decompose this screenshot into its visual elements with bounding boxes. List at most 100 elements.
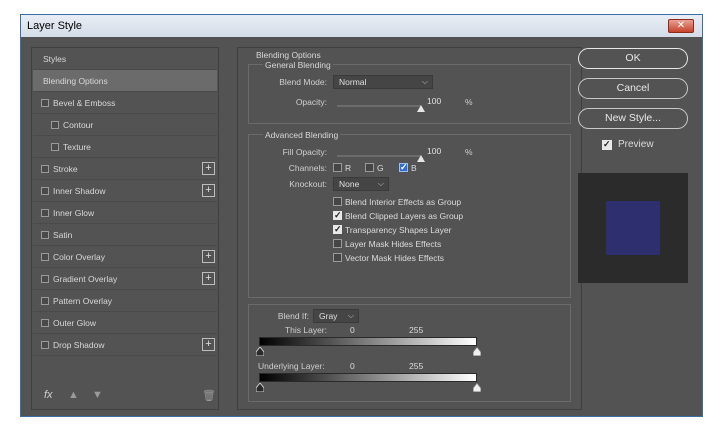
style-item-checkbox[interactable] (41, 319, 49, 327)
opacity-slider-thumb[interactable] (417, 105, 425, 112)
style-item[interactable]: Stroke + (33, 158, 217, 180)
this-layer-white-thumb[interactable] (473, 347, 481, 356)
fill-opacity-slider-thumb[interactable] (417, 155, 425, 162)
title-bar: Layer Style ✕ (21, 15, 702, 37)
style-item-label: Satin (53, 230, 73, 240)
move-up-icon[interactable]: ▲ (68, 389, 79, 401)
blending-options-panel: Blending Options General Blending Blend … (237, 47, 582, 410)
underlying-white-thumb[interactable] (473, 383, 481, 392)
advanced-option-label: Layer Mask Hides Effects (345, 239, 442, 249)
style-item-checkbox[interactable] (41, 99, 49, 107)
style-item-label: Drop Shadow (53, 340, 105, 350)
opacity-unit: % (465, 97, 473, 107)
style-item-label: Pattern Overlay (53, 296, 113, 306)
advanced-option-checkbox[interactable] (333, 224, 342, 235)
move-down-icon[interactable]: ▼ (92, 389, 103, 401)
channel-r-checkbox[interactable] (333, 163, 342, 172)
fill-opacity-input[interactable]: 100 (427, 145, 463, 158)
fill-opacity-unit: % (465, 147, 473, 157)
style-item[interactable]: Pattern Overlay (33, 290, 217, 312)
style-item-label: Blending Options (43, 76, 108, 86)
channel-b-checkbox[interactable] (399, 162, 408, 173)
fill-opacity-slider[interactable] (337, 155, 421, 157)
ok-button[interactable]: OK (578, 48, 688, 69)
chevron-down-icon: ⌵ (377, 179, 384, 188)
fx-icon[interactable]: fx (44, 389, 53, 401)
style-item-label: Gradient Overlay (53, 274, 118, 284)
style-item-checkbox[interactable] (41, 165, 49, 173)
style-item-checkbox[interactable] (41, 341, 49, 349)
channel-g-label: G (377, 163, 384, 173)
blend-mode-select[interactable]: Normal ⌵ (333, 75, 433, 89)
advanced-option-label: Blend Interior Effects as Group (345, 197, 462, 207)
blend-if-label: Blend If: (277, 311, 309, 321)
style-item[interactable]: Color Overlay + (33, 246, 217, 268)
style-item-checkbox[interactable] (51, 143, 59, 151)
advanced-blending-group: Advanced Blending Fill Opacity: 100 % Ch… (248, 130, 571, 298)
style-item-checkbox[interactable] (41, 209, 49, 217)
advanced-option-checkbox[interactable] (333, 210, 342, 221)
styles-toolbar: fx ▲ ▼ 🗑 (32, 383, 218, 409)
advanced-option-checkbox[interactable] (333, 253, 342, 262)
style-item[interactable]: Bevel & Emboss (33, 92, 217, 114)
trash-icon[interactable]: 🗑 (202, 389, 216, 402)
close-icon[interactable]: ✕ (668, 19, 694, 33)
add-effect-icon[interactable]: + (202, 338, 215, 351)
style-item[interactable]: Gradient Overlay + (33, 268, 217, 290)
add-effect-icon[interactable]: + (202, 184, 215, 197)
style-item[interactable]: Satin (33, 224, 217, 246)
knockout-select[interactable]: None ⌵ (333, 177, 389, 191)
underlying-layer-label: Underlying Layer: (258, 361, 325, 371)
styles-list: Styles Blending Options Bevel & Emboss Con… (31, 47, 219, 410)
style-item-label: Color Overlay (53, 252, 105, 262)
preview-thumbnail (578, 173, 688, 283)
style-item[interactable]: Blending Options (33, 70, 217, 92)
underlying-high-value: 255 (409, 361, 424, 371)
style-item-label: Bevel & Emboss (53, 98, 116, 108)
style-item-checkbox[interactable] (41, 297, 49, 305)
add-effect-icon[interactable]: + (202, 272, 215, 285)
style-item[interactable]: Contour (33, 114, 217, 136)
channel-b-label: B (411, 163, 417, 173)
this-layer-low-value: 0 (350, 325, 355, 335)
window-title: Layer Style (27, 20, 83, 32)
advanced-option-checkbox[interactable] (333, 197, 342, 206)
style-item-checkbox[interactable] (41, 231, 49, 239)
blend-mode-value: Normal (339, 77, 367, 87)
style-item-checkbox[interactable] (51, 121, 59, 129)
style-item-checkbox[interactable] (41, 187, 49, 195)
this-layer-gradient-bar (259, 337, 477, 346)
styles-header-label: Styles (43, 54, 67, 64)
cancel-button[interactable]: Cancel (578, 78, 688, 99)
style-item-checkbox[interactable] (41, 253, 49, 261)
advanced-option-checkbox[interactable] (333, 239, 342, 248)
preview-checkbox[interactable] (602, 139, 612, 150)
layer-style-dialog: Layer Style ✕ Styles Blending Options Bev… (20, 14, 703, 417)
style-item[interactable]: Inner Glow (33, 202, 217, 224)
underlying-low-value: 0 (350, 361, 355, 371)
channel-g-checkbox[interactable] (365, 163, 374, 172)
blend-if-group: Blend If: Gray ⌵ This Layer: 0 255 Under… (248, 304, 571, 402)
style-item[interactable]: Texture (33, 136, 217, 158)
styles-header[interactable]: Styles (33, 48, 217, 70)
new-style-button[interactable]: New Style... (578, 108, 688, 129)
style-item[interactable]: Inner Shadow + (33, 180, 217, 202)
underlying-black-thumb[interactable] (256, 383, 264, 392)
advanced-option-label: Blend Clipped Layers as Group (345, 211, 464, 221)
blend-if-select[interactable]: Gray ⌵ (313, 309, 359, 323)
style-item-checkbox[interactable] (41, 275, 49, 283)
opacity-input[interactable]: 100 (427, 95, 463, 108)
underlying-layer-gradient-bar (259, 373, 477, 382)
add-effect-icon[interactable]: + (202, 162, 215, 175)
this-layer-black-thumb[interactable] (256, 347, 264, 356)
blend-if-value: Gray (319, 311, 338, 321)
opacity-label: Opacity: (295, 97, 327, 107)
advanced-blending-title: Advanced Blending (263, 130, 341, 140)
add-effect-icon[interactable]: + (202, 250, 215, 263)
style-item-label: Texture (63, 142, 91, 152)
style-item[interactable]: Outer Glow (33, 312, 217, 334)
opacity-slider[interactable] (337, 105, 421, 107)
this-layer-high-value: 255 (409, 325, 424, 335)
style-item[interactable]: Drop Shadow + (33, 334, 217, 356)
chevron-down-icon: ⌵ (421, 77, 428, 86)
